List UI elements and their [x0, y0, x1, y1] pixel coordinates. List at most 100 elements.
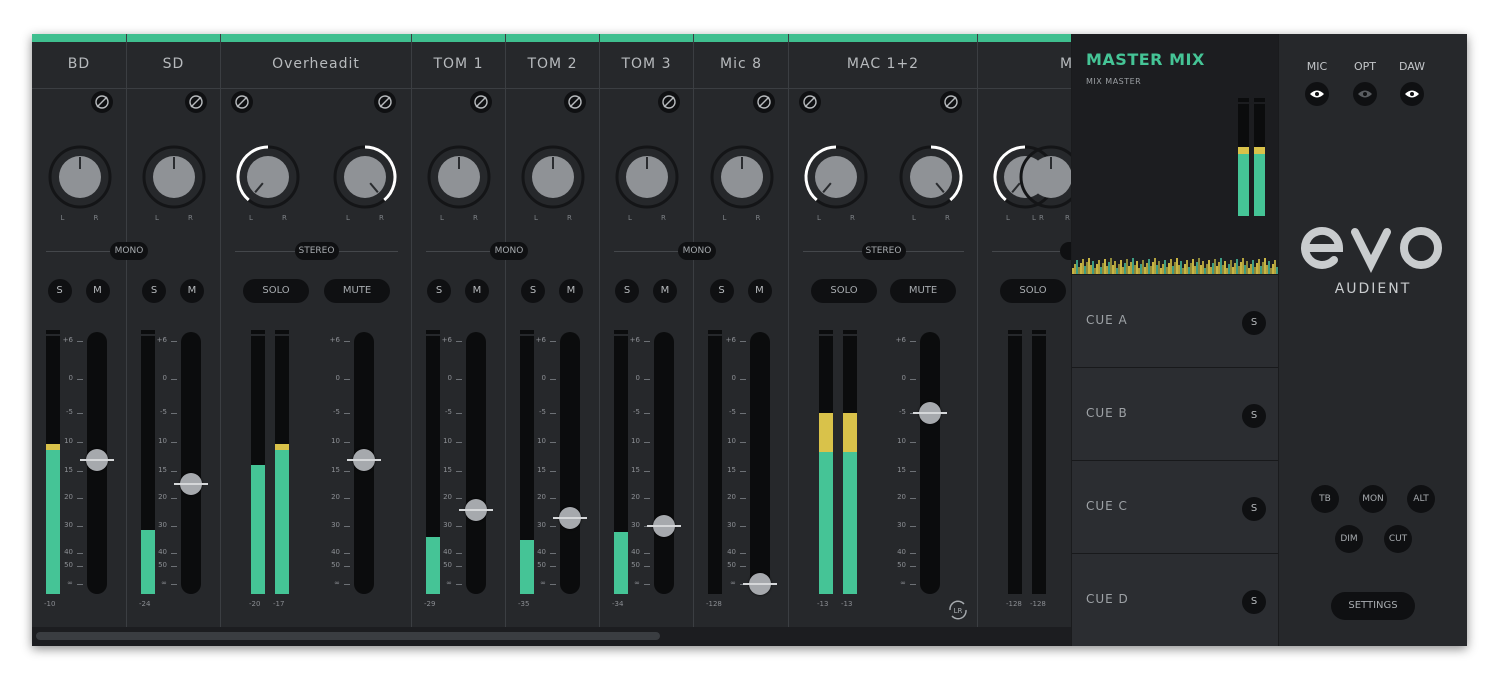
solo-button[interactable]: SOLO — [811, 279, 877, 303]
channel-name[interactable]: Overheadit — [221, 56, 411, 72]
fader-scale-label: 50 — [631, 561, 640, 570]
volume-fader-track[interactable] — [750, 332, 770, 594]
pan-knob[interactable] — [235, 144, 301, 210]
solo-button[interactable]: S — [615, 279, 639, 303]
pan-knob[interactable] — [614, 144, 680, 210]
cue-mix-item[interactable]: CUE A S — [1072, 274, 1278, 366]
volume-fader-track[interactable] — [560, 332, 580, 594]
horizontal-scrollbar[interactable] — [32, 627, 1071, 646]
channel-mode-toggle[interactable]: STEREO — [294, 242, 339, 260]
solo-button[interactable]: S — [142, 279, 166, 303]
volume-fader-track[interactable] — [920, 332, 940, 594]
phase-invert-button[interactable] — [185, 91, 207, 113]
pan-knob[interactable] — [332, 144, 398, 210]
phase-invert-button[interactable] — [799, 91, 821, 113]
mute-button[interactable]: M — [747, 279, 772, 303]
fader-scale-label: 50 — [64, 561, 73, 570]
svg-text:LR: LR — [954, 607, 963, 615]
pan-knob[interactable] — [141, 144, 207, 210]
monitor-tb-button[interactable]: TB — [1311, 485, 1339, 513]
solo-button[interactable]: S — [709, 279, 734, 303]
channel-name[interactable]: MAC — [978, 56, 1071, 72]
monitor-cut-button[interactable]: CUT — [1384, 525, 1412, 553]
monitor-dim-button[interactable]: DIM — [1335, 525, 1363, 553]
volume-fader-track[interactable] — [466, 332, 486, 594]
channel-name[interactable]: BD — [32, 56, 126, 72]
solo-button[interactable]: SOLO — [1000, 279, 1066, 303]
phase-invert-button[interactable] — [564, 91, 586, 113]
cue-mix-item[interactable]: CUE C S — [1072, 460, 1278, 552]
volume-fader-handle[interactable] — [174, 472, 208, 495]
pan-knob[interactable] — [426, 144, 492, 210]
monitor-alt-button[interactable]: ALT — [1407, 485, 1435, 513]
cue-solo-button[interactable]: S — [1242, 497, 1266, 521]
solo-button[interactable]: S — [47, 279, 72, 303]
volume-fader-track[interactable] — [181, 332, 201, 594]
fader-scale-label: -5 — [160, 408, 167, 417]
mute-button[interactable]: M — [465, 279, 489, 303]
volume-fader-handle[interactable] — [743, 572, 777, 595]
pan-knob[interactable] — [47, 144, 113, 210]
pan-right-label: R — [282, 214, 287, 222]
fader-scale-label: ∞ — [900, 578, 906, 587]
pan-knob[interactable] — [803, 144, 869, 210]
solo-button[interactable]: SOLO — [243, 279, 309, 303]
cue-mix-item[interactable]: CUE B S — [1072, 367, 1278, 459]
pan-right-label: R — [1065, 214, 1070, 222]
channel-name[interactable]: MAC 1+2 — [789, 56, 977, 72]
channel-name[interactable]: Mic 8 — [694, 56, 788, 72]
channel-strip: BD L R MONO S M -10 +6 0 -5 10 15 20 30 40 50 ∞ — [32, 34, 148, 646]
fader-scale-tick — [77, 566, 83, 568]
fader-scale-label: 15 — [158, 465, 167, 474]
pan-knob[interactable] — [1018, 144, 1071, 210]
scrollbar-thumb[interactable] — [36, 632, 660, 640]
solo-button[interactable]: S — [521, 279, 545, 303]
phase-invert-button[interactable] — [658, 91, 680, 113]
source-visibility-toggle[interactable] — [1400, 82, 1424, 106]
volume-fader-handle[interactable] — [459, 499, 493, 522]
settings-button[interactable]: SETTINGS — [1331, 592, 1415, 620]
mute-button[interactable]: MUTE — [324, 279, 390, 303]
pan-left-label: L — [1006, 214, 1010, 222]
mute-button[interactable]: MUTE — [890, 279, 956, 303]
volume-fader-track[interactable] — [654, 332, 674, 594]
source-visibility-toggle[interactable] — [1353, 82, 1377, 106]
mute-button[interactable]: M — [180, 279, 204, 303]
fader-scale-label: 20 — [727, 493, 736, 502]
phase-invert-button[interactable] — [91, 91, 113, 113]
fader-scale-tick — [740, 341, 746, 343]
mute-button[interactable]: M — [653, 279, 677, 303]
channel-name[interactable]: TOM 3 — [600, 56, 693, 72]
mute-button[interactable]: M — [559, 279, 583, 303]
channel-mode-toggle[interactable]: STE — [1060, 242, 1071, 260]
channel-mode-toggle[interactable]: STEREO — [861, 242, 906, 260]
mute-button[interactable]: M — [85, 279, 110, 303]
pan-knob[interactable] — [520, 144, 586, 210]
monitor-mon-button[interactable]: MON — [1359, 485, 1387, 513]
fader-scale-tick — [344, 379, 350, 381]
pan-knob[interactable] — [709, 144, 775, 210]
cue-mix-item[interactable]: CUE D S — [1072, 553, 1278, 645]
fader-scale-label: 30 — [897, 520, 906, 529]
phase-invert-button[interactable] — [231, 91, 253, 113]
channel-name[interactable]: TOM 1 — [412, 56, 505, 72]
phase-invert-button[interactable] — [470, 91, 492, 113]
source-visibility-toggle[interactable] — [1305, 82, 1329, 106]
phase-invert-button[interactable] — [374, 91, 396, 113]
cue-solo-button[interactable]: S — [1242, 311, 1266, 335]
pan-knob[interactable] — [898, 144, 964, 210]
fader-scale-label: +6 — [895, 336, 906, 345]
cue-solo-button[interactable]: S — [1242, 590, 1266, 614]
cue-solo-button[interactable]: S — [1242, 404, 1266, 428]
master-mix-section[interactable]: MASTER MIX MIX MASTER — [1072, 34, 1278, 274]
meter-peak-fill — [843, 413, 857, 453]
solo-button[interactable]: S — [427, 279, 451, 303]
volume-fader-handle[interactable] — [553, 507, 587, 530]
channel-name[interactable]: TOM 2 — [506, 56, 599, 72]
phase-invert-button[interactable] — [940, 91, 962, 113]
fader-scale-tick — [171, 470, 177, 472]
volume-fader-handle[interactable] — [647, 514, 681, 537]
phase-invert-button[interactable] — [753, 91, 775, 113]
channel-name[interactable]: SD — [127, 56, 220, 72]
stereo-link-icon[interactable]: LR — [946, 598, 970, 622]
